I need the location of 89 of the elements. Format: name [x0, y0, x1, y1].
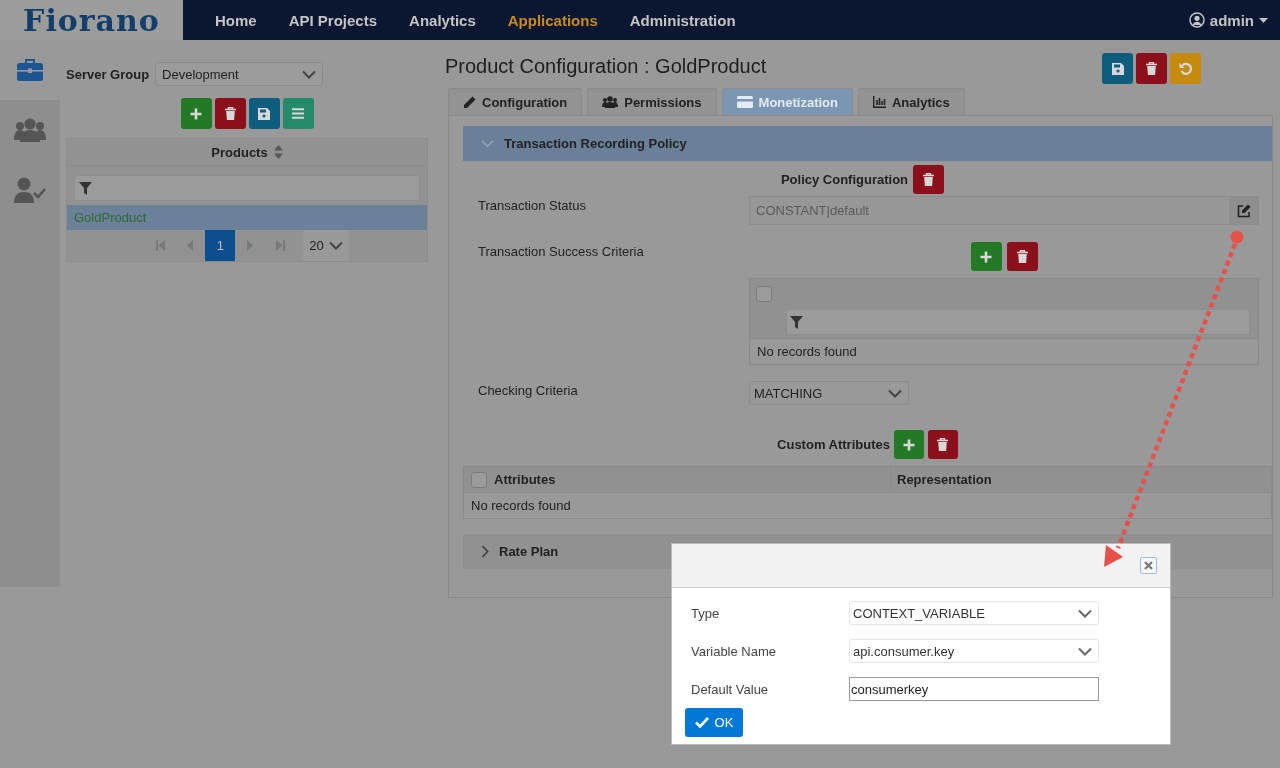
users-icon [14, 118, 46, 142]
trash-icon [937, 438, 949, 451]
chevron-right-icon [481, 545, 489, 558]
close-button[interactable] [1140, 557, 1157, 574]
edit-icon [1236, 203, 1251, 218]
column-header[interactable]: Products [211, 144, 268, 160]
chevron-down-icon [888, 388, 902, 398]
delete-button[interactable] [1006, 242, 1038, 271]
close-icon [1144, 561, 1153, 570]
first-page-icon [155, 240, 165, 251]
bar-chart-icon [873, 96, 886, 108]
trash-icon [923, 173, 935, 186]
nav-link[interactable]: Home [215, 11, 257, 29]
last-page-icon [275, 240, 285, 251]
tab[interactable]: Analytics [858, 88, 965, 115]
server-group-select[interactable]: Development [155, 62, 324, 86]
field-label: Transaction Status [478, 197, 587, 213]
column-header: Representation [890, 467, 1271, 492]
checkbox[interactable] [756, 286, 772, 302]
users-icon [602, 96, 619, 108]
field-label: Default Value [691, 681, 770, 697]
user-menu[interactable]: admin [1209, 11, 1254, 29]
previous-page-icon [187, 240, 194, 251]
chevron-down-icon [328, 241, 343, 250]
filter-icon [79, 181, 92, 195]
floppy-icon [1111, 62, 1124, 75]
edit-button[interactable] [1229, 197, 1258, 224]
save-button[interactable] [1102, 53, 1133, 84]
empty-message: No records found [464, 492, 1271, 518]
chevron-down-icon [302, 69, 317, 79]
filter-icon [790, 315, 803, 329]
user-check-icon [14, 177, 46, 203]
section-heading: Custom Attributes [777, 437, 890, 452]
delete-button[interactable] [1136, 53, 1167, 84]
section-heading: Policy Configuration [780, 172, 909, 187]
section-header[interactable]: Transaction Recording Policy [463, 126, 1272, 161]
current-page-button[interactable]: 1 [205, 230, 236, 261]
page-title: Product Configuration : GoldProduct [445, 55, 767, 78]
column-header: Attributes [494, 472, 557, 487]
empty-message: No records found [750, 338, 1258, 364]
field-label: Server Group [66, 66, 150, 82]
add-button[interactable] [180, 98, 212, 129]
field-label: Variable Name [691, 643, 778, 659]
user-circle-icon [1188, 12, 1205, 28]
field-label: Transaction Success Criteria [478, 243, 645, 259]
page-size-select[interactable]: 20 [303, 230, 349, 261]
caret-down-icon [1259, 17, 1268, 23]
logo: Fiorano [0, 0, 183, 40]
undo-icon [1179, 62, 1192, 75]
chevron-down-icon [481, 139, 494, 148]
plus-icon [190, 107, 202, 120]
plus-icon [980, 250, 992, 263]
nav-link[interactable]: Analytics [409, 11, 476, 29]
trash-icon [224, 107, 236, 120]
dropdown[interactable]: api.consumer.key [849, 639, 1099, 663]
filter-field[interactable] [786, 309, 1250, 335]
add-button[interactable] [893, 430, 924, 459]
plus-icon [902, 438, 915, 451]
check-icon [694, 717, 709, 728]
list-button[interactable] [282, 98, 314, 129]
field-label: Type [691, 605, 721, 621]
field-label: Checking Criteria [478, 382, 579, 398]
checking-criteria-select[interactable]: MATCHING [749, 381, 909, 405]
card-icon [736, 96, 753, 108]
checkbox[interactable] [471, 471, 487, 488]
filter-field[interactable] [74, 175, 420, 201]
dropdown[interactable]: CONTEXT_VARIABLE [849, 601, 1099, 625]
ok-button[interactable]: OK [685, 708, 743, 737]
add-button[interactable] [970, 242, 1002, 271]
tab[interactable]: Permissions [587, 88, 717, 115]
list-icon [292, 108, 304, 119]
nav-link[interactable]: API Projects [288, 11, 378, 29]
pencil-icon [463, 95, 476, 109]
floppy-icon [258, 107, 270, 120]
chevron-down-icon [1078, 646, 1092, 656]
briefcase-icon [17, 59, 43, 81]
delete-button[interactable] [927, 430, 958, 459]
chevron-down-icon [1078, 608, 1092, 618]
nav-link[interactable]: Applications [507, 11, 598, 29]
next-page-icon [247, 240, 254, 251]
delete-button[interactable] [913, 165, 945, 194]
nav-link[interactable]: Administration [629, 11, 736, 29]
tab[interactable]: Configuration [448, 88, 583, 115]
save-button[interactable] [248, 98, 280, 129]
sort-icon [273, 145, 283, 159]
trash-icon [1016, 250, 1028, 263]
input-field[interactable]: consumerkey [849, 677, 1099, 701]
delete-button[interactable] [214, 98, 246, 129]
trash-icon [1146, 62, 1157, 75]
